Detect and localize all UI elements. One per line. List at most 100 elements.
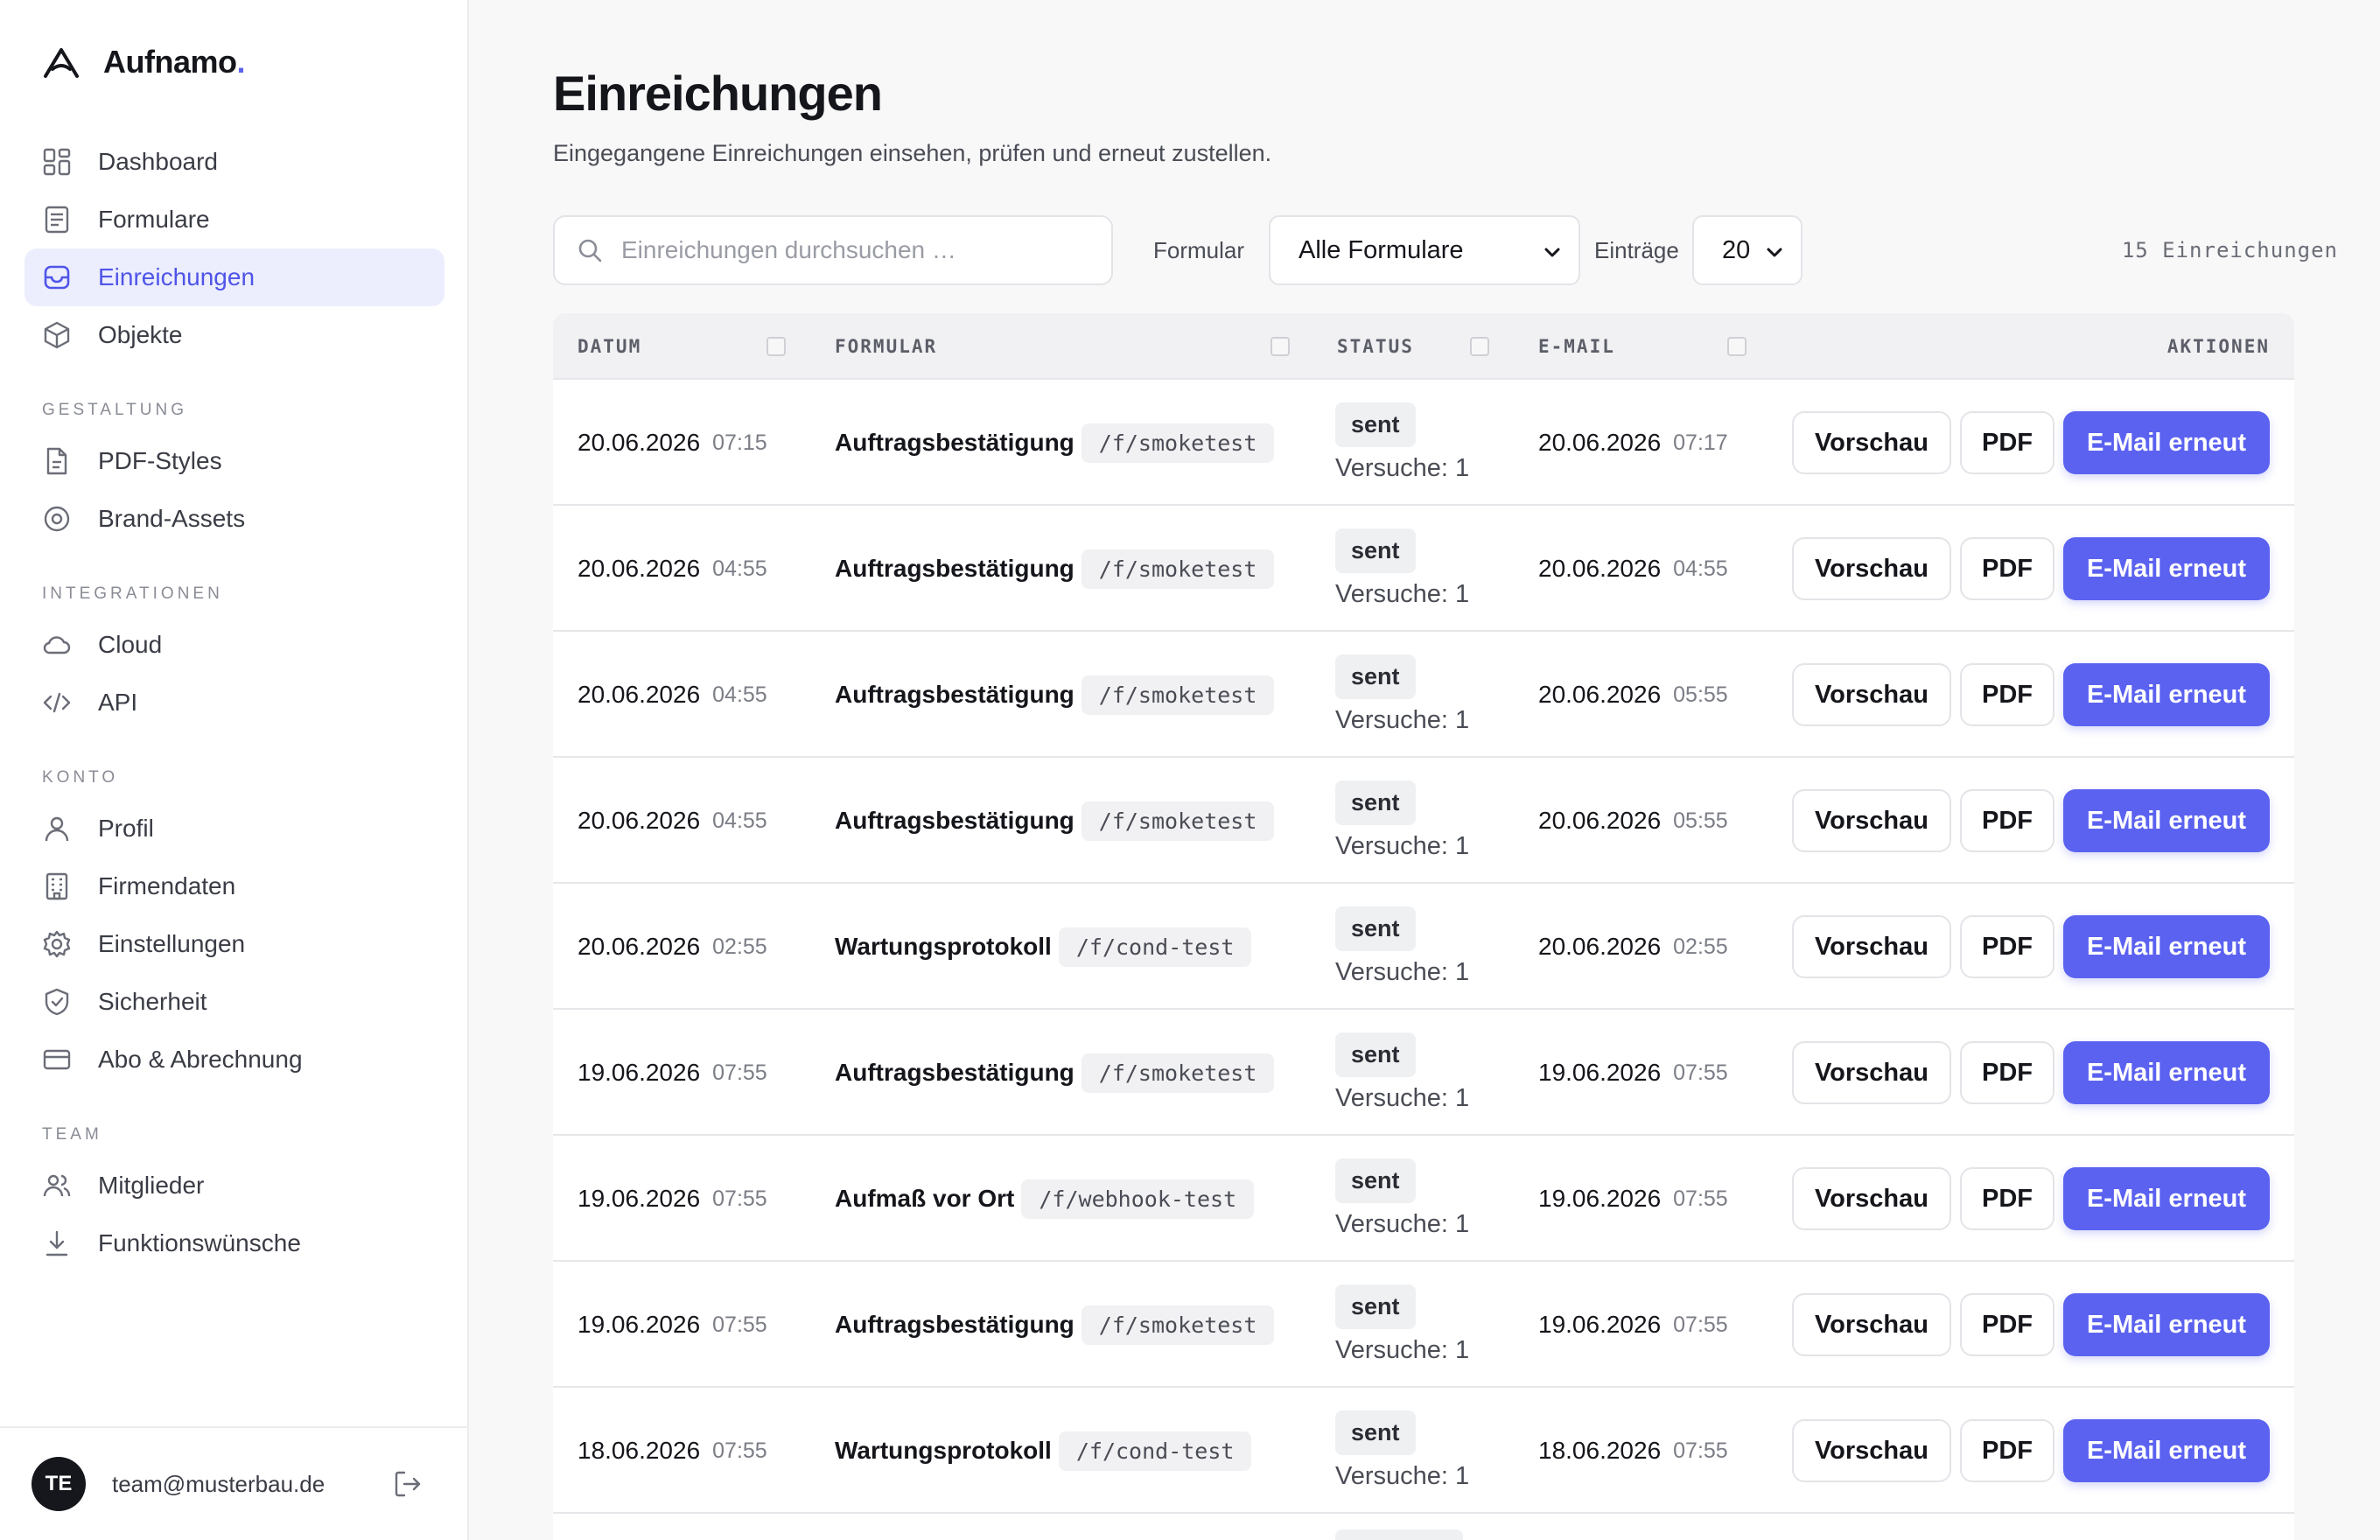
sidebar-item-objekte[interactable]: Objekte xyxy=(24,306,444,364)
users-icon xyxy=(43,1174,71,1197)
pdf-button[interactable]: PDF xyxy=(1960,1041,2054,1104)
section-integrationen: INTEGRATIONEN xyxy=(42,584,223,603)
submission-date: 19.06.2026 xyxy=(578,1311,701,1338)
cell-email: 20.06.2026 05:55 xyxy=(1538,632,1728,758)
status-badge: sent xyxy=(1335,1158,1416,1203)
pdf-button[interactable]: PDF xyxy=(1960,915,2054,978)
entries-value: 20 xyxy=(1722,235,1751,264)
sidebar-item-pdf-styles[interactable]: PDF-Styles xyxy=(24,432,444,490)
cell-datum: 19.06.2026 07:55 xyxy=(578,1010,767,1136)
sidebar-item-firmendaten[interactable]: Firmendaten xyxy=(24,858,444,915)
email-time: 07:55 xyxy=(1673,1312,1728,1337)
email-time: 07:17 xyxy=(1673,430,1728,455)
preview-button[interactable]: Vorschau xyxy=(1792,1041,1951,1104)
form-filter-select[interactable]: Alle Formulare xyxy=(1269,215,1580,285)
sidebar-item-brand-assets[interactable]: Brand-Assets xyxy=(24,490,444,548)
preview-button[interactable]: Vorschau xyxy=(1792,411,1951,474)
brand[interactable]: Aufnamo. xyxy=(42,42,245,82)
preview-button[interactable]: Vorschau xyxy=(1792,1293,1951,1356)
column-toggle-checkbox[interactable] xyxy=(1470,337,1489,356)
email-time: 02:55 xyxy=(1673,934,1728,959)
sidebar-item-dashboard[interactable]: Dashboard xyxy=(24,133,444,191)
submission-time: 04:55 xyxy=(712,556,767,581)
sidebar-nav: Dashboard Formulare Einreichungen Objekt… xyxy=(24,133,444,1272)
resend-email-button[interactable]: E-Mail erneut xyxy=(2063,1419,2270,1482)
form-name: Auftragsbestätigung xyxy=(835,555,1074,582)
form-slug: /f/smoketest xyxy=(1081,801,1275,841)
sidebar-item-label: Brand-Assets xyxy=(98,505,246,532)
email-date: 20.06.2026 xyxy=(1538,933,1662,960)
resend-email-button[interactable]: E-Mail erneut xyxy=(2063,789,2270,852)
form-slug: /f/webhook-test xyxy=(1021,1179,1255,1219)
avatar[interactable]: TE xyxy=(32,1457,86,1511)
email-date: 20.06.2026 xyxy=(1538,681,1662,708)
submission-date: 18.06.2026 xyxy=(578,1437,701,1464)
submission-time: 07:15 xyxy=(712,430,767,455)
pdf-button[interactable]: PDF xyxy=(1960,1293,2054,1356)
preview-button[interactable]: Vorschau xyxy=(1792,537,1951,600)
pdf-button[interactable]: PDF xyxy=(1960,789,2054,852)
resend-email-button[interactable]: E-Mail erneut xyxy=(2063,1167,2270,1230)
resend-email-button[interactable]: E-Mail erneut xyxy=(2063,1041,2270,1104)
cell-datum: 19.06.2026 07:55 xyxy=(578,1136,767,1262)
submission-time: 07:55 xyxy=(712,1312,767,1337)
form-name: Auftragsbestätigung xyxy=(835,429,1074,456)
search-input[interactable] xyxy=(621,236,1094,264)
column-toggle-checkbox[interactable] xyxy=(1270,337,1290,356)
email-time: 07:55 xyxy=(1673,1186,1728,1211)
sidebar-item-funktionswuensche[interactable]: Funktionswünsche xyxy=(24,1214,444,1272)
cell-status: sent Versuche: 1 xyxy=(1335,380,1469,506)
submission-date: 20.06.2026 xyxy=(578,681,701,708)
sidebar-item-label: Einstellungen xyxy=(98,930,246,957)
logout-icon[interactable] xyxy=(392,1468,424,1500)
resend-email-button[interactable]: E-Mail erneut xyxy=(2063,537,2270,600)
submission-date: 20.06.2026 xyxy=(578,429,701,456)
resend-email-button[interactable]: E-Mail erneut xyxy=(2063,1293,2270,1356)
section-team: TEAM xyxy=(42,1125,102,1144)
header-status[interactable]: STATUS xyxy=(1337,313,1414,380)
resend-email-button[interactable]: E-Mail erneut xyxy=(2063,663,2270,726)
sidebar-item-formulare[interactable]: Formulare xyxy=(24,191,444,248)
sidebar-item-cloud[interactable]: Cloud xyxy=(24,616,444,674)
table-row: 19.06.2026 07:55 Auftragsbestätigung/f/smo… xyxy=(553,1010,2294,1136)
preview-button[interactable]: Vorschau xyxy=(1792,663,1951,726)
search-box[interactable] xyxy=(553,215,1113,285)
sidebar-item-einstellungen[interactable]: Einstellungen xyxy=(24,915,444,973)
entries-select[interactable]: 20 xyxy=(1692,215,1802,285)
column-toggle-checkbox[interactable] xyxy=(1727,337,1746,356)
header-formular[interactable]: FORMULAR xyxy=(835,313,937,380)
sidebar-item-abo-abrechnung[interactable]: Abo & Abrechnung xyxy=(24,1031,444,1088)
pdf-button[interactable]: PDF xyxy=(1960,1419,2054,1482)
sidebar-item-sicherheit[interactable]: Sicherheit xyxy=(24,973,444,1031)
cell-formular: Auftragsbestätigung/f/smoketest xyxy=(835,506,1275,632)
preview-button[interactable]: Vorschau xyxy=(1792,1419,1951,1482)
status-badge: sent xyxy=(1335,654,1416,699)
sidebar-item-api[interactable]: API xyxy=(24,674,444,732)
column-toggle-checkbox[interactable] xyxy=(766,337,786,356)
page-title: Einreichungen xyxy=(553,66,883,121)
sidebar-item-label: Objekte xyxy=(98,321,183,348)
resend-email-button[interactable]: E-Mail erneut xyxy=(2063,915,2270,978)
main-content: Einreichungen Eingegangene Einreichungen… xyxy=(469,0,2380,1540)
sidebar-item-mitglieder[interactable]: Mitglieder xyxy=(24,1157,444,1214)
pdf-button[interactable]: PDF xyxy=(1960,537,2054,600)
header-email[interactable]: E-MAIL xyxy=(1538,313,1615,380)
sidebar-item-profil[interactable]: Profil xyxy=(24,800,444,858)
pdf-button[interactable]: PDF xyxy=(1960,411,2054,474)
preview-button[interactable]: Vorschau xyxy=(1792,1167,1951,1230)
cell-status: sent Versuche: 1 xyxy=(1335,884,1469,1010)
cell-formular: Auftragsbestätigung/f/smoketest xyxy=(835,380,1275,506)
cell-status: sent Versuche: 1 xyxy=(1335,1388,1469,1514)
sidebar-item-label: Einreichungen xyxy=(98,263,256,290)
pdf-button[interactable]: PDF xyxy=(1960,1167,2054,1230)
cell-formular: Auftragsbestätigung/f/smoketest xyxy=(835,1010,1275,1136)
preview-button[interactable]: Vorschau xyxy=(1792,789,1951,852)
sidebar-item-einreichungen[interactable]: Einreichungen xyxy=(24,248,444,306)
pdf-button[interactable]: PDF xyxy=(1960,663,2054,726)
header-datum[interactable]: DATUM xyxy=(578,313,641,380)
status-badge: sent xyxy=(1335,402,1416,447)
preview-button[interactable]: Vorschau xyxy=(1792,915,1951,978)
resend-email-button[interactable]: E-Mail erneut xyxy=(2063,411,2270,474)
form-name: Wartungsprotokoll xyxy=(835,933,1052,960)
table-row: 20.06.2026 04:55 Auftragsbestätigung/f/smo… xyxy=(553,506,2294,632)
